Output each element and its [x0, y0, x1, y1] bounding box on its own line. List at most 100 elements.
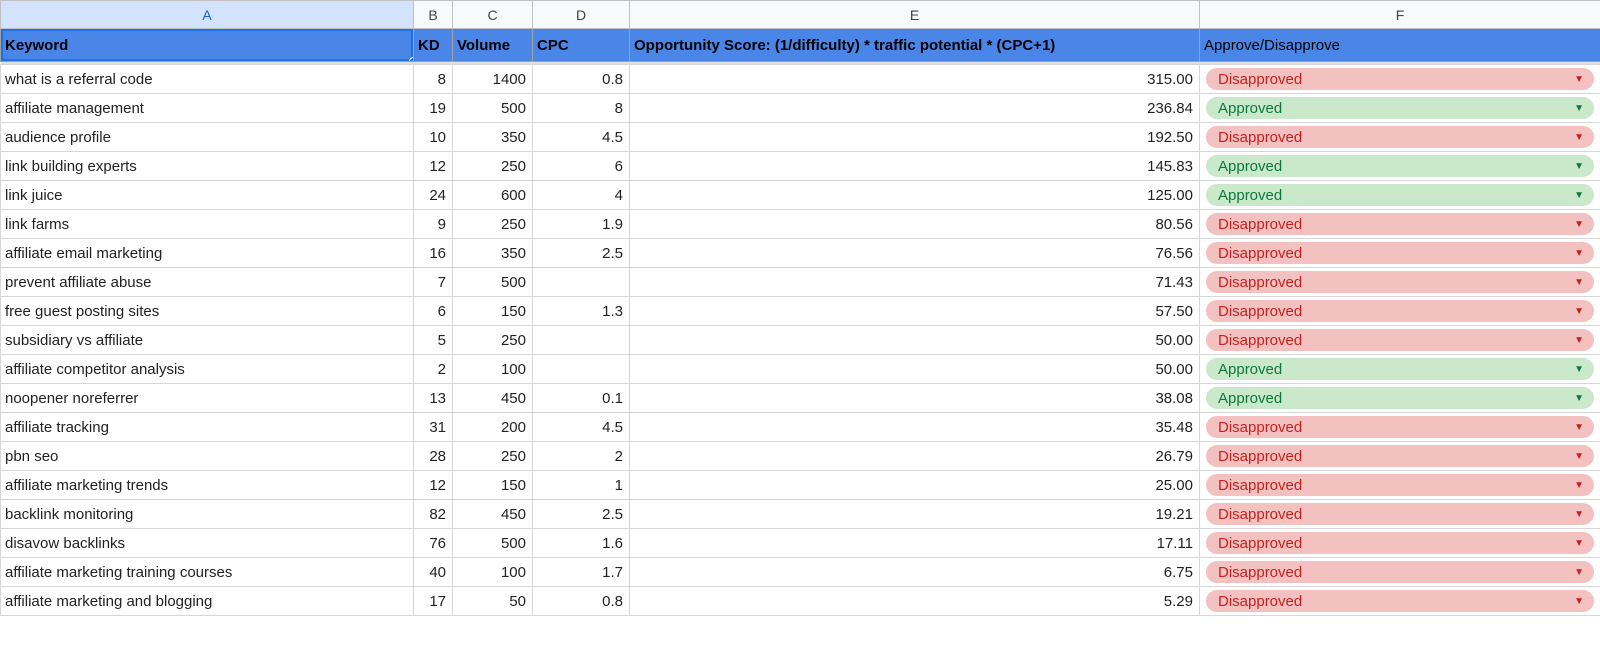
cell-kd[interactable]: 13	[414, 384, 453, 413]
cell-keyword[interactable]: subsidiary vs affiliate	[1, 326, 414, 355]
cell-volume[interactable]: 250	[453, 210, 533, 239]
status-chip-disapproved[interactable]: Disapproved▼	[1206, 532, 1594, 554]
cell-volume[interactable]: 100	[453, 355, 533, 384]
cell-volume[interactable]: 500	[453, 94, 533, 123]
cell-kd[interactable]: 76	[414, 529, 453, 558]
cell-kd[interactable]: 12	[414, 152, 453, 181]
col-header-B[interactable]: B	[414, 1, 453, 29]
status-chip-disapproved[interactable]: Disapproved▼	[1206, 68, 1594, 90]
cell-approve[interactable]: Disapproved▼	[1200, 239, 1600, 268]
header-cpc[interactable]: CPC	[533, 29, 630, 62]
cell-cpc[interactable]: 1.3	[533, 297, 630, 326]
cell-kd[interactable]: 8	[414, 65, 453, 94]
cell-keyword[interactable]: disavow backlinks	[1, 529, 414, 558]
cell-opp[interactable]: 25.00	[630, 471, 1200, 500]
cell-opp[interactable]: 50.00	[630, 355, 1200, 384]
cell-cpc[interactable]: 1.6	[533, 529, 630, 558]
cell-volume[interactable]: 100	[453, 558, 533, 587]
cell-cpc[interactable]: 6	[533, 152, 630, 181]
cell-opp[interactable]: 5.29	[630, 587, 1200, 616]
cell-volume[interactable]: 200	[453, 413, 533, 442]
cell-opp[interactable]: 38.08	[630, 384, 1200, 413]
cell-approve[interactable]: Approved▼	[1200, 355, 1600, 384]
cell-approve[interactable]: Approved▼	[1200, 181, 1600, 210]
cell-volume[interactable]: 250	[453, 326, 533, 355]
cell-keyword[interactable]: pbn seo	[1, 442, 414, 471]
cell-opp[interactable]: 17.11	[630, 529, 1200, 558]
cell-keyword[interactable]: what is a referral code	[1, 65, 414, 94]
cell-kd[interactable]: 31	[414, 413, 453, 442]
status-chip-disapproved[interactable]: Disapproved▼	[1206, 126, 1594, 148]
cell-cpc[interactable]: 0.8	[533, 587, 630, 616]
status-chip-approved[interactable]: Approved▼	[1206, 184, 1594, 206]
cell-approve[interactable]: Approved▼	[1200, 384, 1600, 413]
cell-kd[interactable]: 40	[414, 558, 453, 587]
cell-approve[interactable]: Disapproved▼	[1200, 123, 1600, 152]
cell-kd[interactable]: 6	[414, 297, 453, 326]
cell-kd[interactable]: 12	[414, 471, 453, 500]
cell-cpc[interactable]: 1.7	[533, 558, 630, 587]
cell-kd[interactable]: 24	[414, 181, 453, 210]
cell-keyword[interactable]: affiliate competitor analysis	[1, 355, 414, 384]
cell-volume[interactable]: 250	[453, 152, 533, 181]
cell-keyword[interactable]: affiliate tracking	[1, 413, 414, 442]
cell-kd[interactable]: 17	[414, 587, 453, 616]
status-chip-disapproved[interactable]: Disapproved▼	[1206, 561, 1594, 583]
cell-kd[interactable]: 19	[414, 94, 453, 123]
cell-opp[interactable]: 35.48	[630, 413, 1200, 442]
cell-opp[interactable]: 80.56	[630, 210, 1200, 239]
cell-cpc[interactable]	[533, 326, 630, 355]
cell-kd[interactable]: 7	[414, 268, 453, 297]
cell-keyword[interactable]: free guest posting sites	[1, 297, 414, 326]
cell-volume[interactable]: 600	[453, 181, 533, 210]
cell-cpc[interactable]	[533, 355, 630, 384]
cell-cpc[interactable]: 1	[533, 471, 630, 500]
cell-opp[interactable]: 315.00	[630, 65, 1200, 94]
col-header-E[interactable]: E	[630, 1, 1200, 29]
cell-volume[interactable]: 500	[453, 268, 533, 297]
status-chip-disapproved[interactable]: Disapproved▼	[1206, 271, 1594, 293]
cell-opp[interactable]: 6.75	[630, 558, 1200, 587]
header-approve[interactable]: Approve/Disapprove	[1200, 29, 1600, 62]
cell-approve[interactable]: Disapproved▼	[1200, 413, 1600, 442]
status-chip-approved[interactable]: Approved▼	[1206, 387, 1594, 409]
status-chip-approved[interactable]: Approved▼	[1206, 155, 1594, 177]
cell-keyword[interactable]: affiliate management	[1, 94, 414, 123]
cell-kd[interactable]: 2	[414, 355, 453, 384]
cell-cpc[interactable]: 4	[533, 181, 630, 210]
cell-approve[interactable]: Disapproved▼	[1200, 558, 1600, 587]
cell-kd[interactable]: 82	[414, 500, 453, 529]
col-header-D[interactable]: D	[533, 1, 630, 29]
status-chip-disapproved[interactable]: Disapproved▼	[1206, 329, 1594, 351]
cell-approve[interactable]: Disapproved▼	[1200, 500, 1600, 529]
cell-opp[interactable]: 76.56	[630, 239, 1200, 268]
cell-kd[interactable]: 28	[414, 442, 453, 471]
cell-opp[interactable]: 19.21	[630, 500, 1200, 529]
cell-keyword[interactable]: affiliate marketing trends	[1, 471, 414, 500]
status-chip-approved[interactable]: Approved▼	[1206, 97, 1594, 119]
cell-approve[interactable]: Disapproved▼	[1200, 529, 1600, 558]
selection-handle[interactable]	[409, 57, 414, 62]
cell-volume[interactable]: 500	[453, 529, 533, 558]
cell-kd[interactable]: 5	[414, 326, 453, 355]
cell-approve[interactable]: Disapproved▼	[1200, 268, 1600, 297]
cell-cpc[interactable]: 4.5	[533, 123, 630, 152]
header-keyword[interactable]: Keyword	[1, 29, 414, 62]
cell-volume[interactable]: 450	[453, 500, 533, 529]
cell-keyword[interactable]: link farms	[1, 210, 414, 239]
col-header-C[interactable]: C	[453, 1, 533, 29]
col-header-F[interactable]: F	[1200, 1, 1600, 29]
cell-volume[interactable]: 50	[453, 587, 533, 616]
cell-kd[interactable]: 9	[414, 210, 453, 239]
cell-volume[interactable]: 150	[453, 297, 533, 326]
status-chip-disapproved[interactable]: Disapproved▼	[1206, 503, 1594, 525]
cell-approve[interactable]: Disapproved▼	[1200, 471, 1600, 500]
status-chip-disapproved[interactable]: Disapproved▼	[1206, 590, 1594, 612]
cell-keyword[interactable]: prevent affiliate abuse	[1, 268, 414, 297]
cell-cpc[interactable]	[533, 268, 630, 297]
status-chip-disapproved[interactable]: Disapproved▼	[1206, 416, 1594, 438]
cell-opp[interactable]: 125.00	[630, 181, 1200, 210]
cell-keyword[interactable]: backlink monitoring	[1, 500, 414, 529]
cell-opp[interactable]: 192.50	[630, 123, 1200, 152]
cell-approve[interactable]: Disapproved▼	[1200, 65, 1600, 94]
